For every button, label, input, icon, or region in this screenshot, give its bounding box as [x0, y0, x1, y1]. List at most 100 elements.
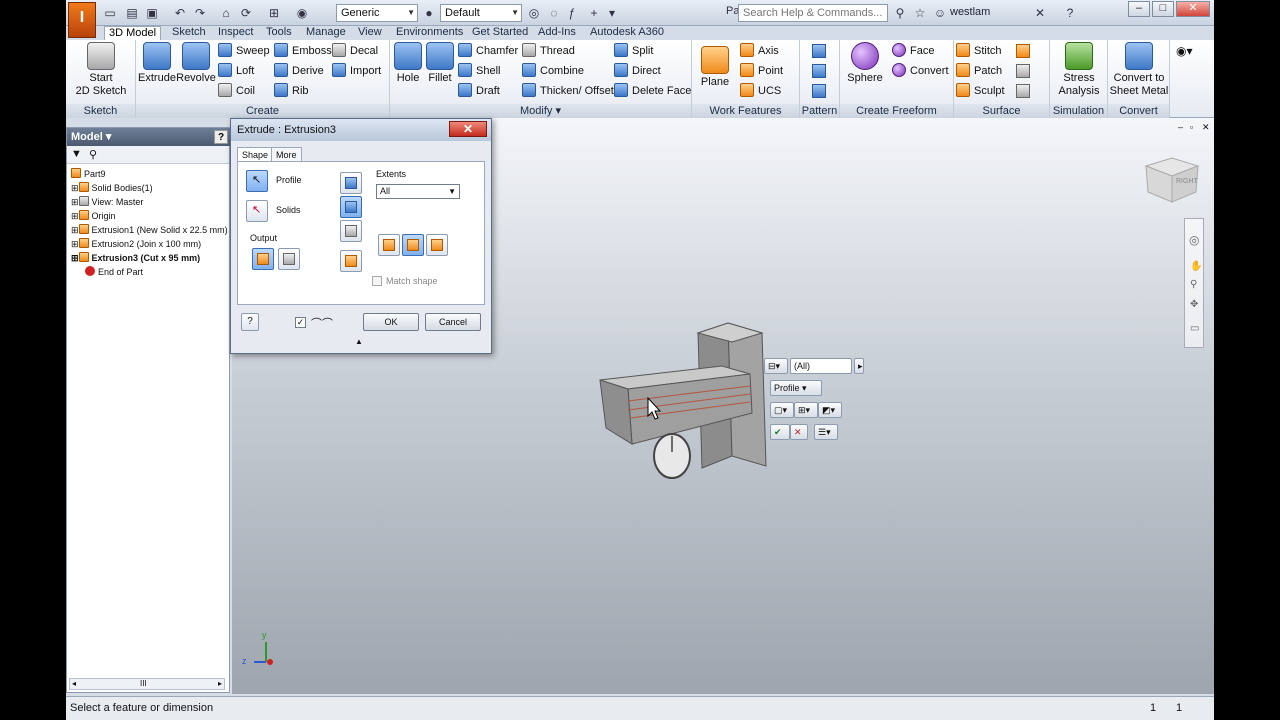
split-button[interactable]: Split	[614, 42, 653, 60]
derive-button[interactable]: Derive	[274, 62, 324, 80]
thread-button[interactable]: Thread	[522, 42, 575, 60]
tree-item-extrusion2[interactable]: ⊞ Extrusion2 (Join x 100 mm)	[71, 238, 201, 251]
tab-shape[interactable]: Shape	[237, 147, 274, 162]
output-solid-button[interactable]	[252, 248, 274, 270]
save-icon[interactable]: ▣	[144, 5, 160, 21]
tab-manage[interactable]: Manage	[306, 26, 346, 40]
tab-get-started[interactable]: Get Started	[472, 26, 528, 40]
tree-item-part9[interactable]: Part9	[71, 168, 106, 181]
star-icon[interactable]: ☆	[912, 5, 928, 21]
rib-button[interactable]: Rib	[274, 82, 309, 100]
mini-toolbar-options-button[interactable]: ☰▾	[814, 424, 838, 440]
ribbon-options-icon[interactable]: ◉▾	[1176, 44, 1193, 58]
user-name[interactable]: westlam	[950, 6, 990, 18]
tab-more[interactable]: More	[271, 147, 302, 162]
trim-icon[interactable]	[1016, 44, 1030, 58]
join-button[interactable]	[340, 172, 362, 194]
shell-button[interactable]: Shell	[458, 62, 500, 80]
scroll-left-icon[interactable]: ◂	[72, 679, 76, 688]
exchange-icon[interactable]: ✕	[1032, 5, 1048, 21]
minimize-button[interactable]: –	[1128, 1, 1150, 17]
tree-item-origin[interactable]: ⊞ Origin	[71, 210, 116, 223]
tab-view[interactable]: View	[358, 26, 382, 40]
cut-button[interactable]	[340, 196, 362, 218]
select-icon[interactable]: ⊞	[266, 5, 282, 21]
new-file-icon[interactable]: ▭	[102, 5, 118, 21]
browser-header[interactable]: Model ▾ ?	[67, 128, 231, 146]
mini-toolbar-operation-button[interactable]: ⊞▾	[794, 402, 818, 418]
mini-toolbar-solid-button[interactable]: ▢▾	[770, 402, 794, 418]
help-icon[interactable]: ?	[1062, 5, 1078, 21]
browser-help-icon[interactable]: ?	[214, 130, 228, 144]
extents-dropdown[interactable]: All ▼	[376, 184, 460, 199]
emboss-button[interactable]: Emboss	[274, 42, 332, 60]
mini-toolbar-profile-button[interactable]: Profile ▾	[770, 380, 822, 396]
add-icon[interactable]: +	[586, 5, 602, 21]
preview-checkbox[interactable]: ✓	[295, 317, 306, 328]
tab-autodesk-a360[interactable]: Autodesk A360	[590, 26, 664, 40]
maximize-button[interactable]: □	[1152, 1, 1174, 17]
import-button[interactable]: Import	[332, 62, 381, 80]
thicken-offset-button[interactable]: Thicken/ Offset	[522, 82, 614, 100]
stress-analysis-button[interactable]: Stress Analysis	[1054, 42, 1104, 98]
filter-icon[interactable]: ▼	[71, 148, 82, 160]
face-button[interactable]: Face	[892, 42, 934, 60]
tab-environments[interactable]: Environments	[396, 26, 463, 40]
extrude-button[interactable]: Extrude	[138, 42, 176, 85]
find-icon[interactable]: ⚲	[89, 148, 97, 161]
home-icon[interactable]: ⌂	[218, 5, 234, 21]
tree-item-end-of-part[interactable]: End of Part	[85, 266, 143, 279]
material-icon[interactable]: ◉	[294, 5, 310, 21]
loft-button[interactable]: Loft	[218, 62, 254, 80]
steering-wheel-icon[interactable]: ◎	[1189, 233, 1199, 247]
start-2d-sketch-button[interactable]: Start 2D Sketch	[74, 42, 128, 98]
chamfer-button[interactable]: Chamfer	[458, 42, 518, 60]
mini-toolbar-cancel-button[interactable]: ✕	[790, 424, 808, 440]
output-surface-button[interactable]	[278, 248, 300, 270]
dialog-close-button[interactable]: ✕	[449, 121, 487, 137]
decal-button[interactable]: Decal	[332, 42, 378, 60]
combine-button[interactable]: Combine	[522, 62, 584, 80]
app-logo-button[interactable]: I	[68, 2, 96, 38]
sculpt-button[interactable]: Sculpt	[956, 82, 1005, 100]
fx-icon[interactable]: ƒ	[564, 5, 580, 21]
viewport-minimize-icon[interactable]: –	[1178, 122, 1183, 132]
match-shape-checkbox[interactable]	[372, 276, 382, 286]
point-button[interactable]: Point	[740, 62, 783, 80]
tab-add-ins[interactable]: Add-Ins	[538, 26, 576, 40]
viewport-restore-icon[interactable]: ▫	[1190, 122, 1193, 132]
customize-icon[interactable]: ▾	[604, 5, 620, 21]
extend-icon[interactable]	[1016, 64, 1030, 78]
collapse-icon[interactable]: ▲	[355, 337, 363, 346]
patch-button[interactable]: Patch	[956, 62, 1002, 80]
look-at-icon[interactable]: ▭	[1190, 323, 1199, 334]
orbit-icon[interactable]: ✥	[1190, 299, 1198, 310]
rectangular-pattern-icon[interactable]	[812, 44, 826, 58]
direction1-button[interactable]	[378, 234, 400, 256]
cancel-button[interactable]: Cancel	[425, 313, 481, 331]
ucs-button[interactable]: UCS	[740, 82, 781, 100]
close-button[interactable]: ✕	[1176, 1, 1210, 17]
direction2-button[interactable]	[402, 234, 424, 256]
scroll-thumb[interactable]: III	[140, 679, 147, 688]
direct-button[interactable]: Direct	[614, 62, 661, 80]
search-help-input[interactable]: Search Help & Commands...	[738, 4, 888, 22]
convert-button[interactable]: Convert	[892, 62, 949, 80]
draft-button[interactable]: Draft	[458, 82, 500, 100]
new-solid-button[interactable]	[340, 250, 362, 272]
sweep-button[interactable]: Sweep	[218, 42, 270, 60]
undo-icon[interactable]: ↶	[172, 5, 188, 21]
circular-pattern-icon[interactable]	[812, 64, 826, 78]
mini-toolbar-expand[interactable]: ▸	[854, 358, 864, 374]
tree-item-extrusion3[interactable]: ⊞ Extrusion3 (Cut x 95 mm)	[71, 252, 200, 265]
tab-sketch[interactable]: Sketch	[172, 26, 206, 40]
replace-face-icon[interactable]	[1016, 84, 1030, 98]
symmetric-button[interactable]	[426, 234, 448, 256]
open-file-icon[interactable]: ▤	[124, 5, 140, 21]
fillet-button[interactable]: Fillet	[424, 42, 456, 85]
tab-tools[interactable]: Tools	[266, 26, 292, 40]
zoom-icon[interactable]: ⚲	[1190, 279, 1197, 290]
mini-toolbar-ok-button[interactable]: ✔	[770, 424, 790, 440]
viewcube-right-label[interactable]: RIGHT	[1176, 178, 1198, 185]
intersect-button[interactable]	[340, 220, 362, 242]
